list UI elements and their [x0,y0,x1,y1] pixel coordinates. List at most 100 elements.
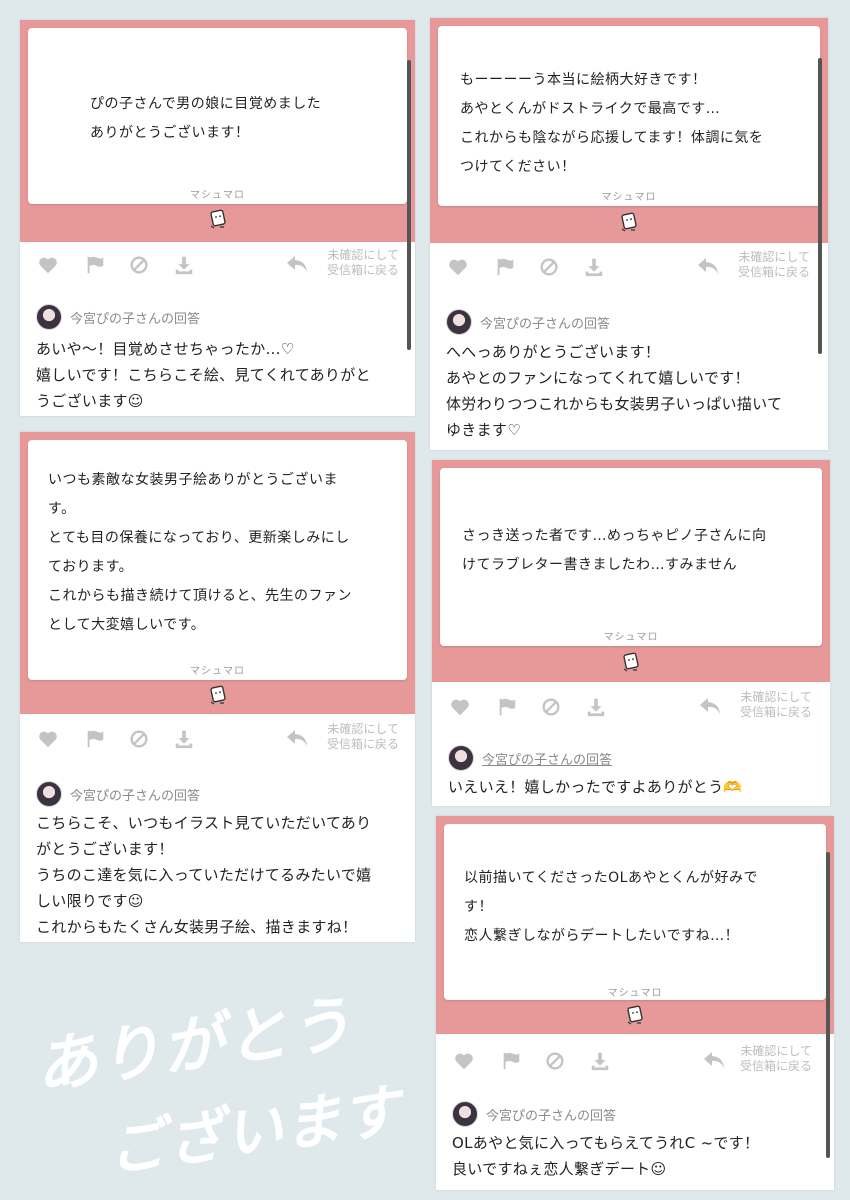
back-label-line2: 受信箱に戻る [737,265,810,279]
block-icon[interactable] [540,696,562,718]
answer-line: うちのこ達を気に入っていただけてるみたいで嬉 [36,866,372,884]
back-label-line1: 未確認にして [327,722,399,736]
message-line: これからも陰ながら応援してます！体調に気を [460,130,764,146]
action-bar: 未確認にして 受信箱に戻る [436,1038,834,1082]
message-line: もーーーーう本当に絵柄大好きです！ [460,72,707,88]
marshmallow-mascot-icon [627,1005,643,1025]
message-line: として大変嬉しいです。 [48,617,206,633]
flag-icon[interactable] [84,254,106,276]
message-box: 以前描いてくださったOLあやとくんが好みで す！ 恋人繋ぎしながらデートしたいで… [444,824,826,1000]
mark-unread-button[interactable]: 未確認にして 受信箱に戻る [327,722,399,752]
back-label-line1: 未確認にして [740,690,812,704]
undo-arrow-icon[interactable] [702,1049,728,1071]
message-panel: さっき送った者です…めっちゃピノ子さんに向 けてラブレター書きましたわ…すみませ… [432,460,830,682]
handwriting-line1: ありがとう [31,986,358,1103]
message-box: ぴの子さんで男の娘に目覚めました ありがとうございます！ マシュマロ [28,28,407,204]
message-box: さっき送った者です…めっちゃピノ子さんに向 けてラブレター書きましたわ…すみませ… [440,468,822,646]
download-icon[interactable] [173,254,195,276]
back-label-line1: 未確認にして [327,248,399,262]
download-icon[interactable] [173,728,195,750]
scrollbar[interactable] [407,60,411,350]
back-label-line2: 受信箱に戻る [326,737,399,751]
message-line: す！ [464,899,493,915]
message-line: 以前描いてくださったOLあやとくんが好みで [464,870,759,886]
heart-icon[interactable] [453,1050,475,1072]
message-line: ありがとうございます！ [90,125,250,141]
flag-icon[interactable] [84,728,106,750]
marshmallow-card-4: さっき送った者です…めっちゃピノ子さんに向 けてラブレター書きましたわ…すみませ… [432,460,830,806]
message-text: さっき送った者です…めっちゃピノ子さんに向 けてラブレター書きましたわ…すみませ… [462,522,767,580]
answer-text: こちらこそ、いつもイラスト見ていただいてあり がとうございます！ うちのこ達を気… [36,810,371,940]
message-panel: 以前描いてくださったOLあやとくんが好みで す！ 恋人繋ぎしながらデートしたいで… [436,816,834,1034]
action-bar: 未確認にして 受信箱に戻る [430,244,828,288]
answer-line: しい限りです☺ [36,892,144,910]
message-line: あやとくんがドストライクで最高です… [460,101,721,117]
answerer-name: 今宮ぴの子さんの回答 [70,789,201,804]
message-line: ぴの子さんで男の娘に目覚めました [90,96,322,112]
marshmallow-card-5: 以前描いてくださったOLあやとくんが好みで す！ 恋人繋ぎしながらデートしたいで… [436,816,834,1190]
undo-arrow-icon[interactable] [285,253,311,275]
message-text: いつも素敵な女装男子絵ありがとうございま す。 とても目の保養になっており、更新… [48,466,352,640]
block-icon[interactable] [544,1050,566,1072]
answer-line: 体労わりつつこれからも女装男子いっぱい描いて [446,395,783,413]
message-line: 恋人繋ぎしながらデートしたいですね…！ [464,928,740,944]
flag-icon[interactable] [500,1050,522,1072]
scrollbar[interactable] [818,58,822,354]
answer-line: こちらこそ、いつもイラスト見ていただいてあり [36,814,372,832]
mark-unread-button[interactable]: 未確認にして 受信箱に戻る [740,1044,812,1074]
message-text: ぴの子さんで男の娘に目覚めました ありがとうございます！ [90,90,321,148]
block-icon[interactable] [538,256,560,278]
back-label-line2: 受信箱に戻る [326,263,399,277]
answer-line: あやとのファンになってくれて嬉しいです！ [446,369,750,387]
answer-text: へへっありがとうございます！ あやとのファンになってくれて嬉しいです！ 体労わり… [446,339,782,443]
block-icon[interactable] [128,728,150,750]
heart-icon[interactable] [449,696,471,718]
flag-icon[interactable] [496,696,518,718]
back-label-line1: 未確認にして [740,1044,812,1058]
answer-line: うございます☺ [36,392,144,410]
answerer-name-link[interactable]: 今宮ぴの子さんの回答 [482,749,612,768]
undo-arrow-icon[interactable] [696,255,722,277]
marshmallow-brand-label: マシュマロ [190,666,245,677]
message-line: つけてください！ [460,159,576,175]
answerer-name: 今宮ぴの子さんの回答 [480,317,611,332]
answerer-name: 今宮ぴの子さんの回答 [70,312,201,327]
marshmallow-mascot-icon [623,652,639,672]
message-line: いつも素敵な女装男子絵ありがとうございま [48,472,338,488]
marshmallow-card-3: いつも素敵な女装男子絵ありがとうございま す。 とても目の保養になっており、更新… [20,432,415,942]
mark-unread-button[interactable]: 未確認にして 受信箱に戻る [327,248,399,278]
undo-arrow-icon[interactable] [285,727,311,749]
block-icon[interactable] [128,254,150,276]
message-panel: いつも素敵な女装男子絵ありがとうございま す。 とても目の保養になっており、更新… [20,432,415,714]
download-icon[interactable] [583,256,605,278]
message-line: とても目の保養になっており、更新楽しみにし [48,530,350,546]
answer-line: 良いですねぇ恋人繋ぎデート☺ [452,1160,667,1178]
flag-icon[interactable] [494,256,516,278]
avatar [448,745,474,771]
message-line: す。 [48,501,76,517]
download-icon[interactable] [589,1050,611,1072]
marshmallow-brand-label: マシュマロ [607,988,663,999]
scrollbar[interactable] [826,852,830,1158]
download-icon[interactable] [585,696,607,718]
heart-icon[interactable] [447,256,469,278]
heart-icon[interactable] [37,728,59,750]
answer-line: へへっありがとうございます！ [446,343,661,361]
answer-text: いえいえ！嬉しかったですよありがとう🫶 [448,774,742,800]
message-box: いつも素敵な女装男子絵ありがとうございま す。 とても目の保養になっており、更新… [28,440,407,680]
message-line: けてラブレター書きましたわ…すみません [462,557,738,573]
undo-arrow-icon[interactable] [698,695,724,717]
back-label-line2: 受信箱に戻る [739,705,812,719]
mark-unread-button[interactable]: 未確認にして 受信箱に戻る [740,690,812,720]
avatar [36,781,62,807]
mark-unread-button[interactable]: 未確認にして 受信箱に戻る [738,250,810,280]
answer-line: ゆきます♡ [446,421,521,439]
action-bar: 未確認にして 受信箱に戻る [432,684,830,728]
marshmallow-brand-label: マシュマロ [601,192,657,203]
answer-line: あいや〜！目覚めさせちゃったか…♡ [36,340,295,358]
message-text: もーーーーう本当に絵柄大好きです！ あやとくんがドストライクで最高です… これか… [460,66,763,182]
heart-icon[interactable] [37,254,59,276]
message-line: これからも描き続けて頂けると、先生のファン [48,588,352,604]
message-line: ております。 [48,559,134,575]
answer-line: これからもたくさん女装男子絵、描きますね！ [36,918,358,936]
